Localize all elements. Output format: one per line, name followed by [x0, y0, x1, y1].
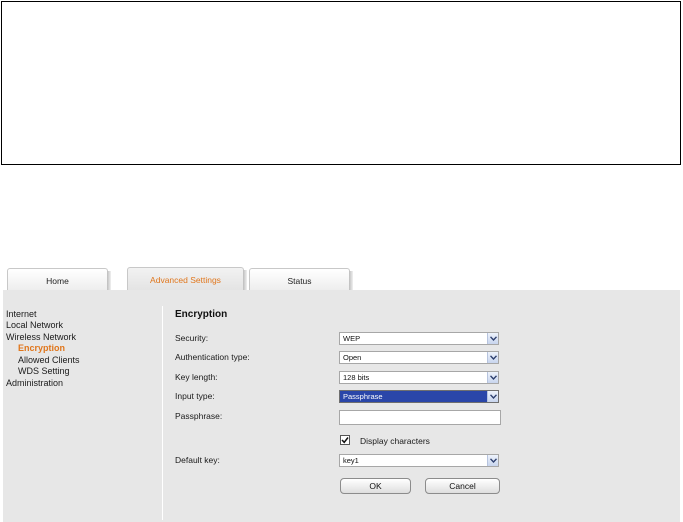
- tab-home[interactable]: Home: [7, 268, 111, 292]
- display-characters-label: Display characters: [360, 436, 430, 446]
- sidebar-item-internet[interactable]: Internet: [6, 309, 37, 320]
- security-select[interactable]: WEP: [339, 332, 499, 345]
- sidebar-item-wds-setting[interactable]: WDS Setting: [18, 366, 70, 377]
- auth-type-select-value: Open: [343, 353, 362, 362]
- top-blank-frame: [1, 1, 681, 165]
- page-title: Encryption: [175, 309, 228, 320]
- chevron-down-icon[interactable]: [487, 455, 498, 466]
- default-key-select-value: key1: [343, 456, 359, 465]
- default-key-select[interactable]: key1: [339, 454, 499, 467]
- sidebar-item-local-network[interactable]: Local Network: [6, 320, 63, 331]
- input-type-select[interactable]: Passphrase: [339, 390, 499, 403]
- display-characters-checkbox[interactable]: [340, 435, 350, 445]
- tab-status-label: Status: [287, 276, 312, 286]
- security-select-value: WEP: [343, 334, 361, 343]
- chevron-down-icon[interactable]: [487, 391, 498, 402]
- key-length-select[interactable]: 128 bits: [339, 371, 499, 384]
- sidebar-item-allowed-clients[interactable]: Allowed Clients: [18, 355, 80, 366]
- sidebar-item-encryption[interactable]: Encryption: [18, 343, 65, 354]
- chevron-down-icon[interactable]: [487, 333, 498, 344]
- input-type-select-value: Passphrase: [343, 392, 383, 401]
- chevron-down-icon[interactable]: [487, 372, 498, 383]
- checkmark-icon: [341, 437, 349, 444]
- auth-type-select[interactable]: Open: [339, 351, 499, 364]
- passphrase-label: Passphrase:: [175, 411, 223, 421]
- sidebar-item-wireless-network[interactable]: Wireless Network: [6, 332, 76, 343]
- sidebar-divider: [162, 306, 163, 520]
- ok-button[interactable]: OK: [340, 478, 411, 494]
- tab-advanced-settings[interactable]: Advanced Settings: [127, 267, 247, 291]
- default-key-label: Default key:: [175, 455, 220, 465]
- key-length-select-value: 128 bits: [343, 373, 370, 382]
- tab-status[interactable]: Status: [249, 268, 353, 292]
- passphrase-input[interactable]: [339, 410, 501, 425]
- security-label: Security:: [175, 333, 209, 343]
- chevron-down-icon[interactable]: [487, 352, 498, 363]
- tab-advanced-settings-label: Advanced Settings: [150, 275, 221, 285]
- cancel-button[interactable]: Cancel: [425, 478, 500, 494]
- input-type-label: Input type:: [175, 391, 215, 401]
- key-length-label: Key length:: [175, 372, 218, 382]
- auth-type-label: Authentication type:: [175, 352, 250, 362]
- sidebar-item-administration[interactable]: Administration: [6, 378, 63, 389]
- tab-home-label: Home: [46, 276, 69, 286]
